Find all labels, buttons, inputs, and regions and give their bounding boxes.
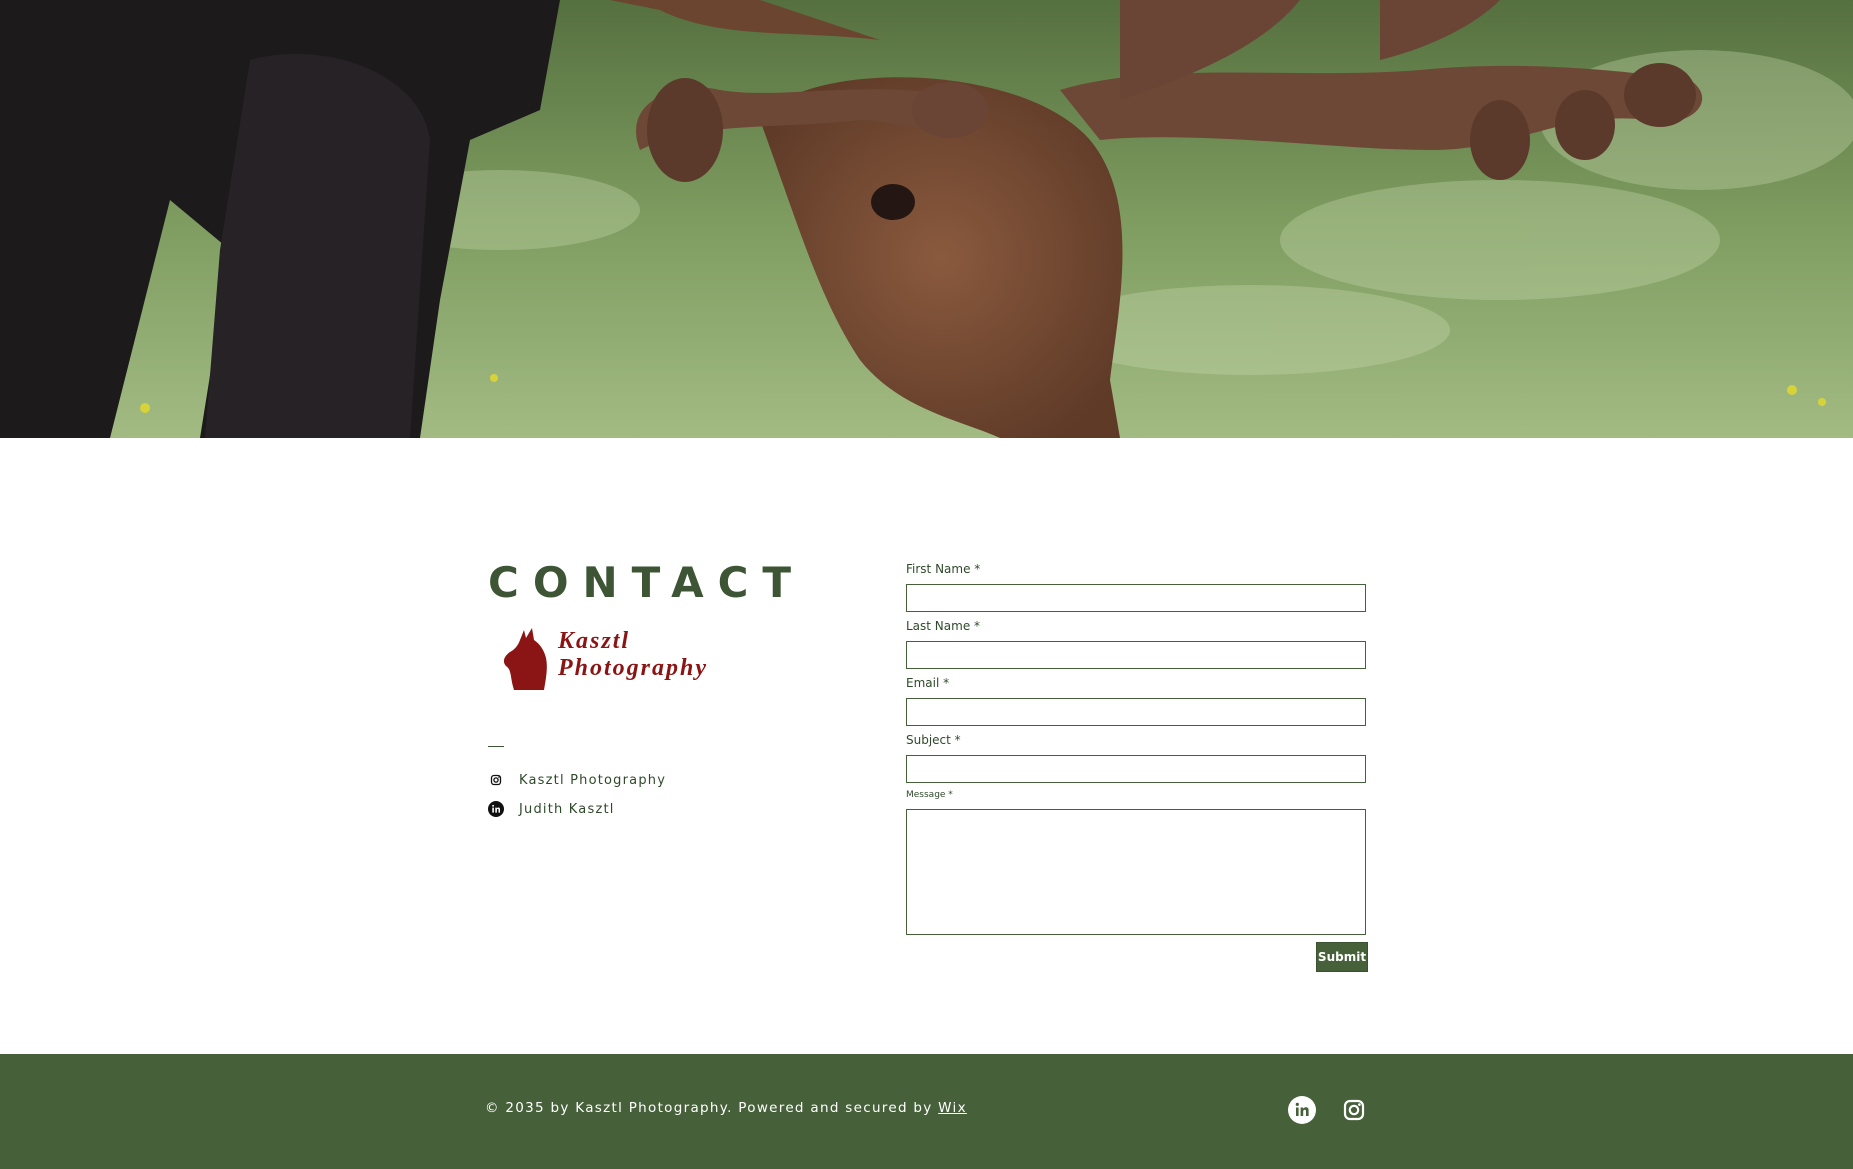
linkedin-link[interactable]: Judith Kasztl [488, 798, 615, 820]
linkedin-icon[interactable] [1288, 1096, 1316, 1124]
last-name-label: Last Name * [906, 619, 981, 633]
logo-line-1: Kasztl [558, 628, 631, 654]
submit-button[interactable]: Submit [1316, 942, 1368, 972]
copyright-label: © 2035 by Kasztl Photography. Powered an… [485, 1100, 939, 1116]
email-field[interactable] [906, 698, 1366, 726]
message-label: Message * [906, 790, 953, 800]
linkedin-link-label: Judith Kasztl [519, 801, 615, 817]
first-name-field[interactable] [906, 584, 1366, 612]
brand-logo: Kasztl Photography [500, 626, 740, 694]
email-label: Email * [906, 676, 950, 690]
instagram-link-label: Kasztl Photography [519, 772, 667, 788]
footer: © 2035 by Kasztl Photography. Powered an… [0, 1054, 1853, 1169]
wix-link[interactable]: Wix [938, 1100, 967, 1116]
linkedin-icon [488, 801, 504, 817]
moose-photo [0, 0, 1853, 438]
copyright-text: © 2035 by Kasztl Photography. Powered an… [485, 1100, 967, 1116]
hero-image [0, 0, 1853, 438]
page-title: CONTACT [488, 558, 806, 607]
logo-line-2: Photography [558, 655, 709, 681]
howling-wolf-icon [503, 628, 547, 690]
instagram-icon[interactable] [1340, 1096, 1368, 1124]
subject-label: Subject * [906, 733, 961, 747]
subject-field[interactable] [906, 755, 1366, 783]
divider [488, 746, 504, 747]
last-name-field[interactable] [906, 641, 1366, 669]
first-name-label: First Name * [906, 562, 981, 576]
instagram-link[interactable]: Kasztl Photography [488, 769, 666, 791]
instagram-icon [488, 772, 504, 788]
message-field[interactable] [906, 809, 1366, 935]
